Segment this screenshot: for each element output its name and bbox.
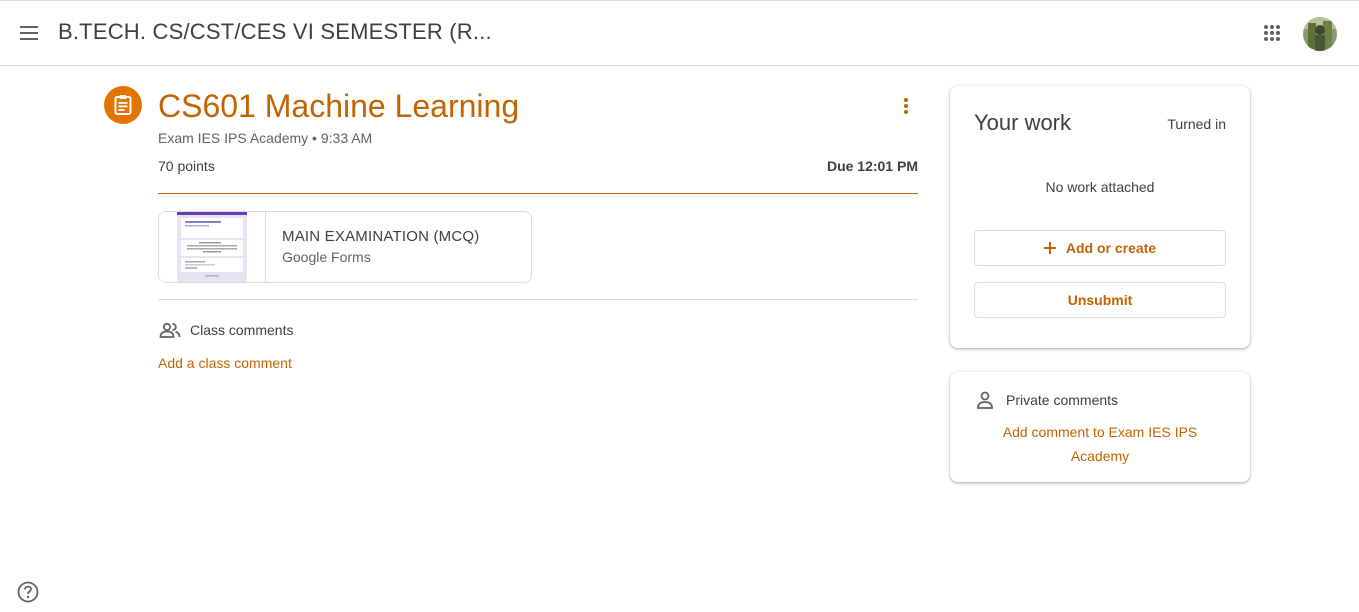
private-comments-label: Private comments [1006,392,1119,408]
assignment-due: Due 12:01 PM [826,158,918,174]
help-icon[interactable] [16,580,40,604]
work-status: Turned in [1167,116,1226,132]
attachment-card[interactable]: MAIN EXAMINATION (MCQ) Google Forms [158,211,532,283]
attachment-thumbnail [159,212,266,282]
apps-grid-icon[interactable] [1254,15,1290,51]
your-work-card: Your work Turned in No work attached Add… [950,86,1250,348]
person-icon [974,389,996,411]
assignment-meta: Exam IES IPS Academy • 9:33 AM [158,130,373,146]
header-divider [158,193,918,194]
hamburger-menu-icon[interactable] [12,15,48,51]
assignment-icon [104,86,142,124]
your-work-title: Your work [974,110,1072,135]
assignment-points: 70 points [158,158,215,174]
plus-icon [1043,238,1056,258]
add-or-create-button[interactable]: Add or create [974,230,1226,266]
attachment-type: Google Forms [282,249,371,265]
class-title[interactable]: B.TECH. CS/CST/CES VI SEMESTER (R... [58,19,492,45]
class-comments-header: Class comments [158,318,293,342]
no-work-text: No work attached [1045,179,1155,195]
add-or-create-label: Add or create [1065,240,1157,256]
unsubmit-button[interactable]: Unsubmit [974,282,1226,318]
assignment-title: CS601 Machine Learning [158,88,520,124]
account-avatar[interactable] [1303,17,1337,51]
class-comments-label: Class comments [190,322,294,338]
attachment-title: MAIN EXAMINATION (MCQ) [282,228,480,245]
add-private-comment-link[interactable]: Add comment to Exam IES IPS Academy [980,420,1220,468]
unsubmit-label: Unsubmit [1067,292,1133,308]
comments-divider [158,299,918,300]
add-class-comment-link[interactable]: Add a class comment [158,355,292,371]
people-icon [158,318,182,342]
private-comments-card: Private comments Add comment to Exam IES… [950,372,1250,482]
top-app-bar: B.TECH. CS/CST/CES VI SEMESTER (R... [0,0,1359,66]
more-vert-icon[interactable] [888,88,924,124]
